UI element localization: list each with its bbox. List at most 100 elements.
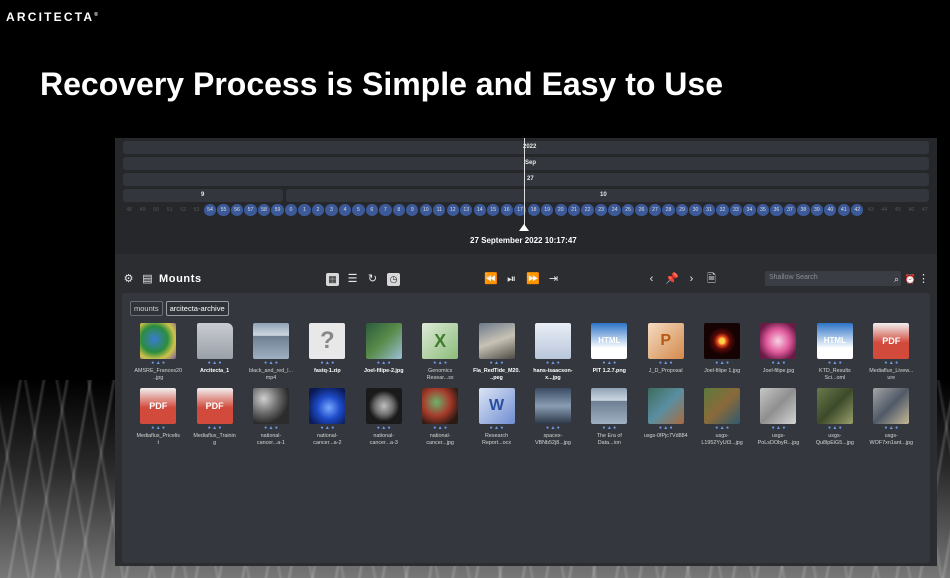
file-item[interactable]: ● ▲ ● national- cancer...a-1	[243, 388, 299, 447]
file-item[interactable]: ● ▲ ● national- cancer...jpg	[412, 388, 468, 447]
gear-icon[interactable]: ⚙	[122, 273, 135, 286]
timeline-minute-tick[interactable]: 26	[635, 204, 648, 216]
timeline-minute-tick[interactable]: 34	[743, 204, 756, 216]
timeline-minute-tick[interactable]: 38	[797, 204, 810, 216]
alarm-clock-icon[interactable]: ⏰	[904, 273, 917, 286]
timeline-minute-tick[interactable]: 59	[271, 204, 284, 216]
file-item[interactable]: PDF ● ▲ ● Mediaflux_Livew... ure	[863, 323, 919, 382]
document-icon[interactable]: 🗎	[705, 273, 718, 286]
timeline-minute-tick[interactable]: 10	[419, 204, 432, 216]
timeline-minute-tick[interactable]: 6	[365, 204, 379, 216]
timeline-minute-tick[interactable]: 1	[298, 204, 311, 216]
chevron-left-icon[interactable]: ‹	[645, 273, 658, 286]
timeline-year-bar[interactable]: 2022	[123, 141, 929, 154]
timeline-hour-current-bar[interactable]: 10	[286, 189, 929, 202]
chevron-right-icon[interactable]: ›	[685, 273, 698, 286]
breadcrumb-arcitecta-archive[interactable]: arcitecta-archive	[165, 301, 229, 316]
pin-icon[interactable]: 📌	[665, 273, 679, 286]
timeline-minute-tick[interactable]: 54	[203, 204, 217, 216]
timeline-minute-tick[interactable]: 12	[446, 204, 459, 216]
timeline-minute-tick[interactable]: 5	[352, 204, 365, 216]
file-item[interactable]: ● ▲ ● usgs-0fPjc7Vd884	[638, 388, 694, 447]
file-item[interactable]: ● ▲ ● usgs- Qu8lpEiG5...jpg	[807, 388, 863, 447]
timeline-minute-tick[interactable]: 16	[500, 204, 513, 216]
file-item[interactable]: P ● ▲ ● J_D_Proposal	[638, 323, 694, 382]
more-vertical-icon[interactable]: ⋮	[917, 273, 930, 286]
file-item[interactable]: ● ▲ ● national- cancer...a-3	[356, 388, 412, 447]
history-clock-icon[interactable]: ◷	[387, 273, 400, 286]
file-item[interactable]: ● ▲ ● Fla_RedTide_M20. ..peg	[468, 323, 524, 382]
timeline-minute-tick[interactable]: 4	[338, 204, 352, 216]
timeline-minute-tick[interactable]: 57	[244, 204, 257, 216]
timeline-minute-tick[interactable]: 3	[325, 204, 338, 216]
timeline-minute-tick[interactable]: 22	[581, 204, 594, 216]
timeline-minute-tick[interactable]: 14	[473, 204, 486, 216]
timeline-minute-tick[interactable]: 33	[729, 204, 743, 216]
timeline-cursor-handle[interactable]	[519, 224, 529, 231]
timeline-minute-tick[interactable]: 13	[460, 204, 473, 216]
file-item[interactable]: ● ▲ ● spacex- VBNb52j8...jpg	[525, 388, 581, 447]
timeline-minute-tick[interactable]: 55	[217, 204, 230, 216]
timeline-minute-tick[interactable]: 39	[810, 204, 823, 216]
timeline-hour-prev-bar[interactable]: 9	[123, 189, 283, 202]
timeline-minute-tick[interactable]: 36	[770, 204, 783, 216]
timeline-minute-tick[interactable]: 20	[554, 204, 567, 216]
timeline-minute-tick[interactable]: 58	[257, 204, 271, 216]
refresh-icon[interactable]: ↻	[366, 273, 379, 286]
file-item[interactable]: ? ● ▲ ● fastq-1.zip	[299, 323, 355, 382]
timeline-minute-tick[interactable]: 18	[527, 204, 540, 216]
timeline-minute-tick[interactable]: 27	[648, 204, 662, 216]
rewind-icon[interactable]: ⏪ min	[484, 273, 498, 286]
play-icon[interactable]: ⏯	[505, 273, 518, 286]
list-view-icon[interactable]: ☰	[346, 273, 359, 286]
file-item[interactable]: ● ▲ ● Joel-filipe-2.jpg	[356, 323, 412, 382]
timeline-minute-tick[interactable]: 9	[406, 204, 419, 216]
file-item[interactable]: X ● ▲ ● Genomics Resear...sx	[412, 323, 468, 382]
archive-box-icon[interactable]: ▤	[141, 273, 154, 286]
file-item[interactable]: ● ▲ ● hans-isaacson- x...jpg	[525, 323, 581, 382]
timeline-minute-tick[interactable]: 19	[541, 204, 554, 216]
grid-view-icon[interactable]: ▦	[326, 273, 339, 286]
file-item[interactable]: ● ▲ ● usgs- WOF7xn1ant...jpg	[863, 388, 919, 447]
file-item[interactable]: ● ▲ ● AMSRE_Frances20 ..jpg	[130, 323, 186, 382]
timeline-minute-tick[interactable]: 15	[487, 204, 500, 216]
timeline-minute-tick[interactable]: 41	[837, 204, 850, 216]
timeline-day-bar[interactable]: 27	[123, 173, 929, 186]
file-item[interactable]: W ● ▲ ● Research Report...ocx	[468, 388, 524, 447]
timeline-minute-tick[interactable]: 28	[662, 204, 675, 216]
timeline-minute-tick[interactable]: 24	[608, 204, 621, 216]
search-add-icon[interactable]: ⌕	[890, 273, 903, 286]
file-item[interactable]: PDF ● ▲ ● Mediaflux_Pricelis t	[130, 388, 186, 447]
timeline-minute-tick[interactable]: 21	[567, 204, 581, 216]
timeline-minute-tick[interactable]: 23	[594, 204, 608, 216]
timeline-minute-tick[interactable]: 8	[392, 204, 405, 216]
file-item[interactable]: ● ▲ ● usgs- L1952YyUt3...jpg	[694, 388, 750, 447]
breadcrumb-mounts[interactable]: mounts	[130, 301, 163, 316]
file-item[interactable]: ● ▲ ● Joel-filipe 1.jpg	[694, 323, 750, 382]
timeline-minute-tick[interactable]: 29	[675, 204, 689, 216]
timeline-minute-tick[interactable]: 11	[433, 204, 446, 216]
timeline-minute-tick[interactable]: 2	[311, 204, 325, 216]
timeline-minute-tick[interactable]: 42	[851, 204, 864, 216]
file-item[interactable]: ● ▲ ● national- cancer...a-2	[299, 388, 355, 447]
search-input[interactable]: Shallow Search	[765, 271, 901, 286]
timeline-minute-tick[interactable]: 25	[621, 204, 635, 216]
file-item[interactable]: ● ▲ ● Arcitecta_1	[186, 323, 242, 382]
file-item[interactable]: HTML ● ▲ ● KTD_Results Sci...oml	[807, 323, 863, 382]
file-item[interactable]: PDF ● ▲ ● Mediaflux_Trainin g	[186, 388, 242, 447]
timeline-minute-tick[interactable]: 35	[756, 204, 770, 216]
file-item[interactable]: HTML ● ▲ ● PIT 1.2.7.png	[581, 323, 637, 382]
timeline-minute-tick[interactable]: 30	[689, 204, 702, 216]
fast-forward-icon[interactable]: ⏩ min	[526, 273, 540, 286]
timeline-minute-tick[interactable]: 31	[702, 204, 716, 216]
file-item[interactable]: ● ▲ ● Joel-filipe.jpg	[750, 323, 806, 382]
timeline-minute-tick[interactable]: 37	[783, 204, 797, 216]
timeline-minute-tick[interactable]: 40	[824, 204, 837, 216]
file-item[interactable]: ● ▲ ● The Era of Data...ion	[581, 388, 637, 447]
file-item[interactable]: ● ▲ ● usgs- PoLsDObyR...jpg	[750, 388, 806, 447]
skip-to-end-icon[interactable]: ⇥	[547, 273, 560, 286]
timeline-minute-tick[interactable]: 32	[716, 204, 729, 216]
timeline-minute-tick[interactable]: 7	[379, 204, 392, 216]
timeline-minute-tick[interactable]: 0	[284, 204, 298, 216]
timeline-minute-tick[interactable]: 56	[230, 204, 244, 216]
